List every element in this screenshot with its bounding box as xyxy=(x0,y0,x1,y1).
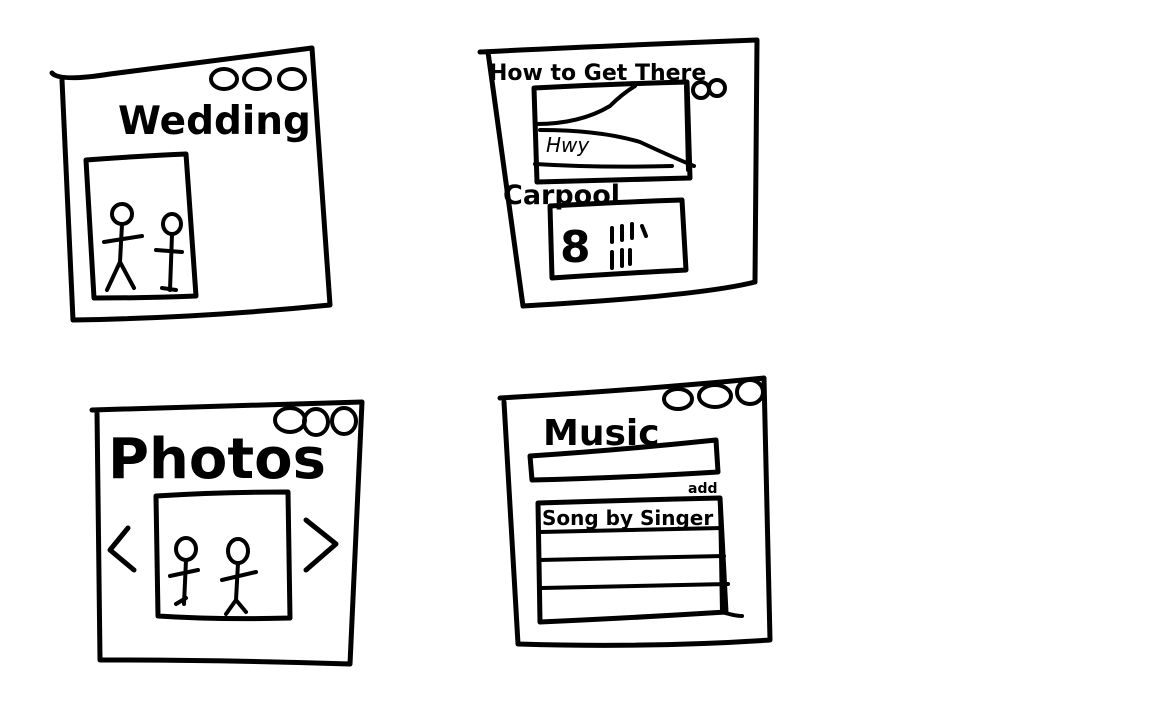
chevron-right-icon[interactable] xyxy=(303,517,339,573)
add-button[interactable]: add xyxy=(688,481,718,497)
map-view[interactable]: Hwy xyxy=(531,79,696,185)
map-label: Hwy xyxy=(546,133,590,157)
tally-marks-icon xyxy=(610,222,648,270)
stick-figures-icon xyxy=(102,202,184,292)
chevron-left-icon[interactable] xyxy=(107,525,137,573)
music-panel: Music add Song by Singer xyxy=(497,375,773,648)
song-row[interactable] xyxy=(540,534,720,556)
song-row[interactable]: Song by Singer xyxy=(542,506,713,530)
photos-title: Photos xyxy=(108,427,326,492)
wedding-title: Wedding xyxy=(118,99,311,144)
directions-panel: How to Get There Hwy Carpool 8 xyxy=(477,37,760,309)
wireframe-sketch: Wedding How to Get There Hwy Carpool 8 P… xyxy=(49,37,773,667)
song-row[interactable] xyxy=(540,562,722,584)
carpool-box[interactable]: 8 xyxy=(547,197,689,281)
wedding-panel: Wedding xyxy=(49,45,333,323)
stick-figures-icon xyxy=(168,536,258,616)
window-controls-icon[interactable] xyxy=(691,78,727,100)
photo-viewer[interactable] xyxy=(153,489,293,622)
song-row[interactable] xyxy=(542,590,726,614)
photos-panel: Photos xyxy=(89,399,365,667)
window-controls-icon[interactable] xyxy=(209,67,307,91)
couple-photo[interactable] xyxy=(83,151,199,301)
song-list: Song by Singer xyxy=(535,495,744,625)
carpool-count: 8 xyxy=(560,222,591,273)
